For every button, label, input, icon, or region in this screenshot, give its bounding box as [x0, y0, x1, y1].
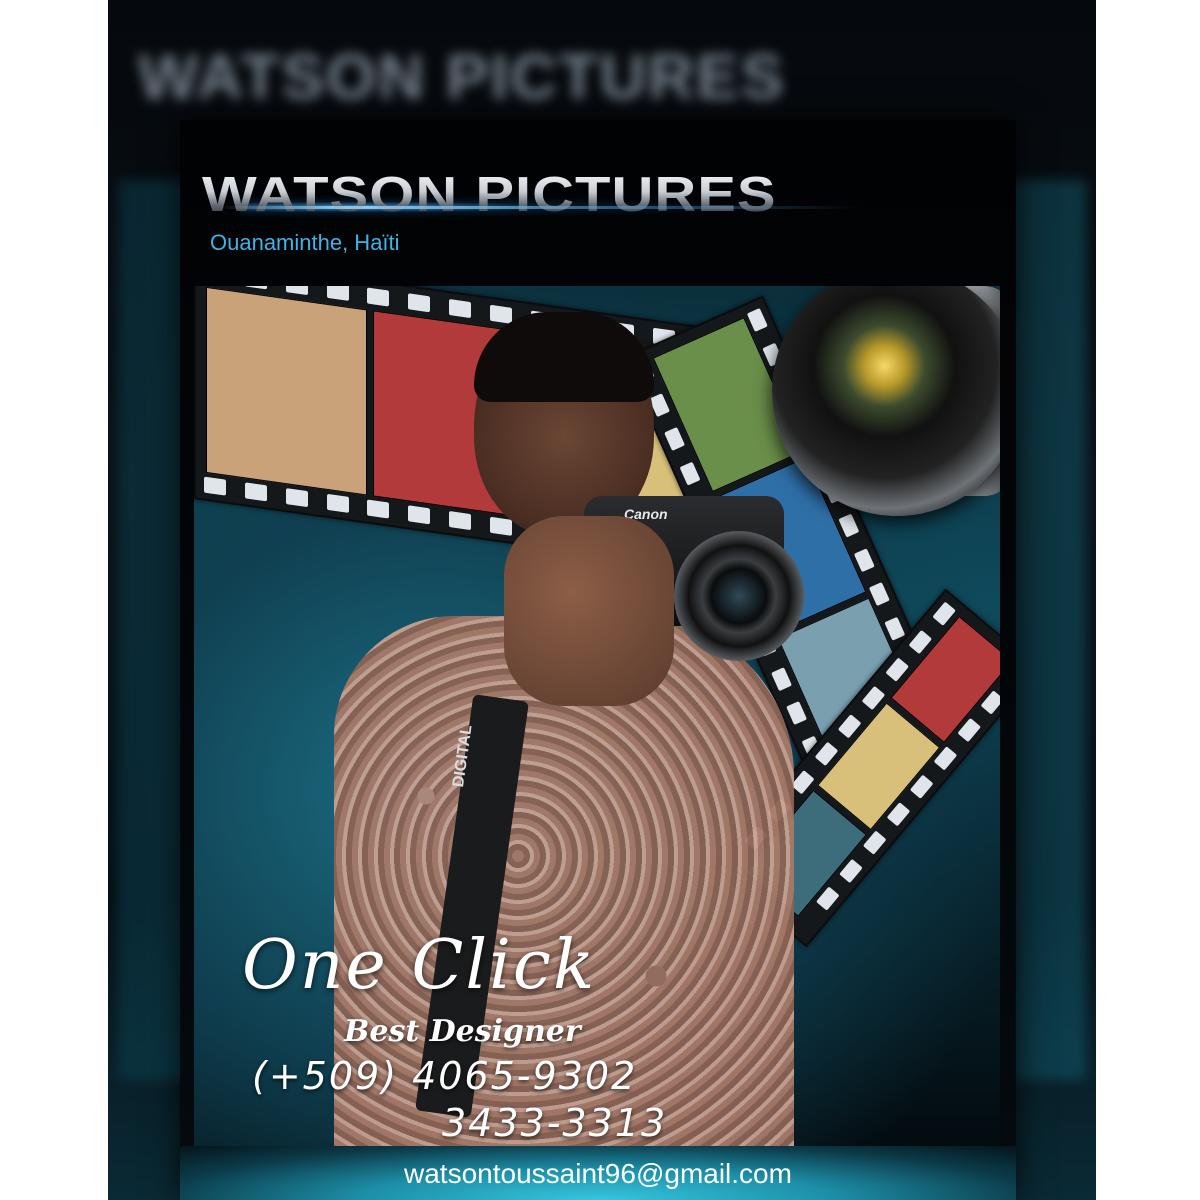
email-text: watsontoussaint96@gmail.com [404, 1158, 792, 1189]
tagline: One Click [242, 926, 597, 1005]
film-sprocket-hole [884, 616, 906, 641]
flare-line [220, 206, 860, 209]
film-sprocket-hole [244, 482, 267, 502]
photo-area: DIGITAL Canon One Click Best Designer (+… [194, 286, 1000, 1200]
email-bar: watsontoussaint96@gmail.com [180, 1146, 1016, 1200]
brand-title: WATSON PICTURES [202, 166, 777, 223]
stage: WATSON PICTURES WATSON PICTURES Ouanamin… [0, 0, 1200, 1200]
hands [504, 516, 674, 706]
film-sprocket-hole [326, 286, 349, 301]
film-sprocket-hole [868, 582, 890, 607]
location-text: Ouanaminthe, Haïti [210, 230, 400, 255]
film-sprocket-hole [408, 293, 431, 313]
film-sprocket-hole [853, 547, 875, 572]
camera-lens [674, 531, 804, 661]
film-sprocket-hole [204, 476, 226, 496]
film-sprocket-hole [285, 286, 308, 296]
poster: WATSON PICTURES WATSON PICTURES Ouanamin… [108, 0, 1096, 1200]
subtitle: Best Designer [344, 1014, 581, 1049]
blurred-title: WATSON PICTURES [138, 41, 786, 113]
film-sprocket-hole [244, 286, 267, 290]
poster-card: WATSON PICTURES Ouanaminthe, Haïti DIGIT… [180, 120, 1016, 1200]
phone-primary: (+509) 4065-9302 [252, 1054, 638, 1098]
phone-secondary: 3433-3313 [442, 1101, 668, 1145]
film-sprocket-hole [367, 287, 390, 307]
hair [474, 312, 654, 402]
